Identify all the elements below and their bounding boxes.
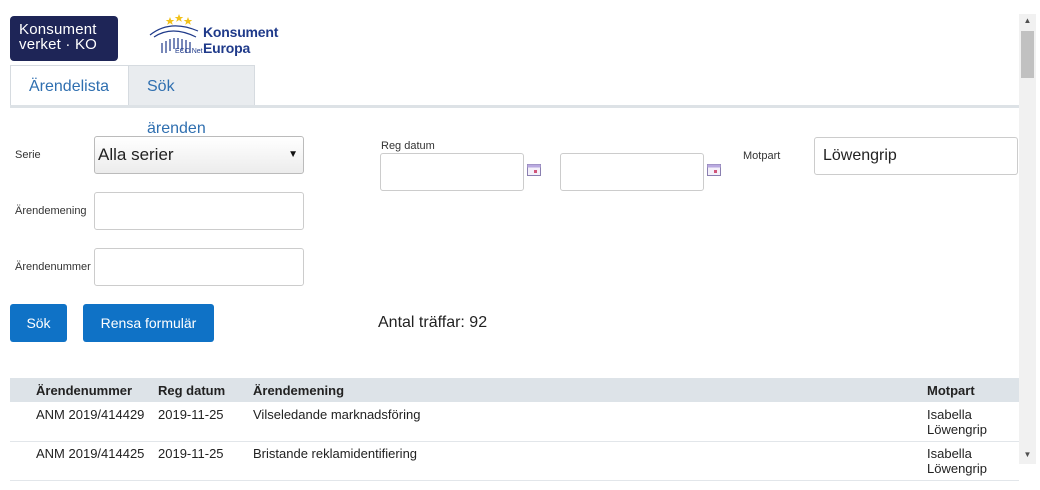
cell-reg-datum: 2019-11-25 [158,446,224,461]
motpart-input[interactable] [814,137,1018,175]
arendenummer-input[interactable] [94,248,304,286]
eu-logo-line-1: Konsument [203,24,279,40]
logo-line-2: verket · KO [19,36,98,53]
cell-arendemening: Bristande reklamidentifiering [253,446,418,461]
serie-select[interactable]: Alla serier ▼ [94,136,304,174]
tab-arendelista[interactable]: Ärendelista [10,65,129,107]
cell-arendenummer[interactable]: ANM 2019/414425 [36,446,144,461]
calendar-from-icon[interactable] [527,164,541,176]
cell-motpart: Isabella Löwengrip [927,407,987,437]
tab-sok-arenden[interactable]: Sök ärenden [129,65,255,137]
serie-selected-value: Alla serier [98,145,174,164]
arendenummer-label: Ärendenummer [15,261,91,273]
tab-bar: Ärendelista Sök ärenden [10,65,255,137]
cell-arendemening: Vilseledande marknadsföring [253,407,421,422]
eu-logo-line-2: Europa [203,40,251,56]
table-row[interactable]: ANM 2019/414429 2019-11-25 Vilseledande … [10,402,1019,442]
vertical-scrollbar[interactable] [1019,14,1036,464]
column-header-reg-datum[interactable]: Reg datum [158,383,225,398]
table-row[interactable]: ANM 2019/414425 2019-11-25 Bristande rek… [10,441,1019,481]
column-header-motpart[interactable]: Motpart [927,383,975,398]
cell-reg-datum: 2019-11-25 [158,407,224,422]
calendar-to-icon[interactable] [707,164,721,176]
arendemening-input[interactable] [94,192,304,230]
scrollbar-thumb[interactable] [1021,31,1034,78]
dropdown-arrow-icon: ▼ [288,149,298,160]
reg-datum-to-input[interactable] [560,153,704,191]
motpart-label: Motpart [743,150,781,162]
tab-divider [10,105,1019,108]
table-header: Ärendenummer Reg datum Ärendemening Motp… [10,378,1019,402]
column-header-arendenummer[interactable]: Ärendenummer [36,383,132,398]
konsumentverket-logo[interactable]: Konsument verket · KO [10,16,118,61]
logo-line-1: Konsument [19,21,97,38]
reg-datum-from-input[interactable] [380,153,524,191]
serie-label: Serie [15,149,41,161]
arendemening-label: Ärendemening [15,205,87,217]
column-header-arendemening[interactable]: Ärendemening [253,383,344,398]
cell-motpart: Isabella Löwengrip [927,446,987,476]
scroll-up-arrow-icon[interactable]: ▲ [1019,14,1036,28]
reg-datum-label: Reg datum [381,140,435,152]
clear-form-button[interactable]: Rensa formulär [83,304,214,342]
scroll-down-arrow-icon[interactable]: ▼ [1019,448,1036,462]
search-button[interactable]: Sök [10,304,67,342]
hits-count: Antal träffar: 92 [378,314,488,331]
page: Konsument verket · KO Konsument Europa E… [0,0,1019,490]
konsument-europa-logo[interactable]: Konsument Europa ECC Net [148,13,278,61]
cell-arendenummer[interactable]: ANM 2019/414429 [36,407,144,422]
eu-logo-small: ECC Net [175,48,203,55]
